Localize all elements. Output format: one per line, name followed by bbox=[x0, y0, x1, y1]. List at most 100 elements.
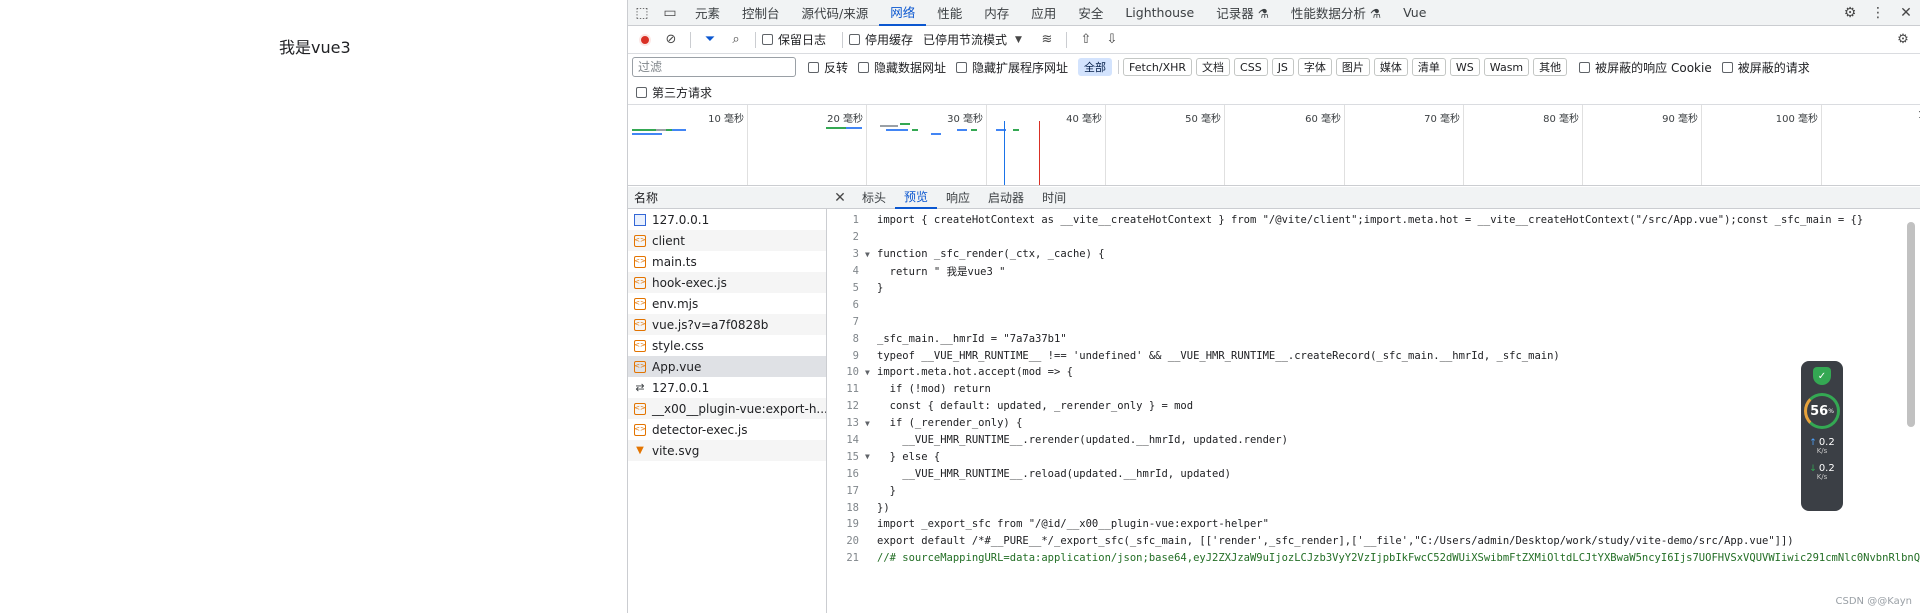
line-number: 19 bbox=[846, 518, 859, 531]
checkbox-box[interactable] bbox=[1721, 61, 1733, 73]
request-row[interactable]: <> App.vue bbox=[628, 356, 826, 377]
type-filter-chip[interactable]: 图片 bbox=[1335, 58, 1370, 76]
request-row[interactable]: <> detector-exec.js bbox=[628, 419, 826, 440]
checkbox-box[interactable] bbox=[1579, 61, 1591, 73]
checkbox-box[interactable] bbox=[858, 61, 870, 73]
detail-tab[interactable]: 时间 bbox=[1033, 187, 1075, 209]
request-name: env.mjs bbox=[652, 296, 699, 311]
inspect-element-icon[interactable]: ⬚ bbox=[628, 0, 656, 26]
request-row[interactable]: <> hook-exec.js bbox=[628, 272, 826, 293]
network-conditions-wifi-icon[interactable]: ≋ bbox=[1034, 27, 1060, 53]
request-row[interactable]: <> __x00__plugin-vue:export-h... bbox=[628, 398, 826, 419]
main-tab[interactable]: 控制台 bbox=[731, 0, 791, 26]
checkbox-box[interactable] bbox=[636, 86, 647, 98]
preserve-log-checkbox[interactable]: 保留日志 bbox=[762, 31, 826, 48]
import-har-upload-icon[interactable]: ⇧ bbox=[1073, 27, 1099, 53]
overview-tick-label: 40 毫秒 bbox=[1066, 114, 1102, 125]
code-line: 18}) bbox=[827, 499, 1920, 516]
code-scrollbar-thumb[interactable] bbox=[1907, 222, 1915, 427]
main-tab[interactable]: 应用 bbox=[1020, 0, 1067, 26]
detail-tab[interactable]: 标头 bbox=[853, 187, 895, 209]
code-line: 13 ▼ if (_rerender_only) { bbox=[827, 415, 1920, 432]
export-har-download-icon[interactable]: ⇩ bbox=[1099, 27, 1125, 53]
detail-tab[interactable]: 启动器 bbox=[979, 187, 1033, 209]
code-text: if (_rerender_only) { bbox=[877, 417, 1023, 430]
code-text: return " 我是vue3 " bbox=[877, 265, 1006, 278]
fold-toggle-icon[interactable]: ▼ bbox=[865, 452, 877, 461]
main-tab[interactable]: 源代码/来源 bbox=[791, 0, 880, 26]
settings-gear-icon[interactable]: ⚙ bbox=[1836, 0, 1864, 26]
fold-toggle-icon[interactable]: ▼ bbox=[865, 250, 877, 259]
fold-toggle-icon[interactable]: ▼ bbox=[865, 368, 877, 377]
type-filter-chip[interactable]: Fetch/XHR bbox=[1123, 58, 1193, 76]
download-unit: K/s bbox=[1816, 473, 1828, 481]
main-tab[interactable]: 性能 bbox=[926, 0, 973, 26]
hide-extension-urls-checkbox[interactable]: 隐藏扩展程序网址 bbox=[956, 59, 1068, 76]
filter-funnel-icon[interactable]: ⏷ bbox=[697, 27, 723, 53]
type-filter-chip[interactable]: Wasm bbox=[1483, 58, 1530, 76]
detail-tab[interactable]: 响应 bbox=[937, 187, 979, 209]
line-number: 7 bbox=[852, 315, 859, 328]
main-tab[interactable]: Vue bbox=[1392, 0, 1437, 26]
close-devtools-icon[interactable]: ✕ bbox=[1892, 0, 1920, 26]
checkbox-box[interactable] bbox=[808, 61, 819, 73]
blocked-cookies-checkbox[interactable]: 被屏蔽的响应 Cookie bbox=[1579, 59, 1712, 76]
clear-icon[interactable]: ⊘ bbox=[658, 27, 684, 53]
code-text: __VUE_HMR_RUNTIME__.rerender(updated.__h… bbox=[877, 434, 1288, 447]
fold-toggle-icon[interactable]: ▼ bbox=[865, 419, 877, 428]
request-row[interactable]: <> main.ts bbox=[628, 251, 826, 272]
type-filter-chip[interactable]: JS bbox=[1271, 58, 1294, 76]
filter-input[interactable] bbox=[632, 57, 796, 77]
type-filter-chip[interactable]: 字体 bbox=[1297, 58, 1332, 76]
requests-name-column-header[interactable]: 名称 bbox=[628, 187, 827, 209]
close-detail-icon[interactable]: ✕ bbox=[827, 190, 853, 206]
main-tab[interactable]: 内存 bbox=[973, 0, 1020, 26]
search-icon[interactable]: ⌕ bbox=[723, 27, 749, 53]
network-overview-timeline[interactable]: 10 毫秒 20 毫秒 30 毫秒 40 毫秒 50 毫秒 60 毫秒 70 毫秒 80 毫秒… bbox=[628, 104, 1920, 186]
detail-tab[interactable]: 预览 bbox=[895, 187, 938, 209]
request-row[interactable]: <> env.mjs bbox=[628, 293, 826, 314]
request-row[interactable]: <> style.css bbox=[628, 335, 826, 356]
document-icon bbox=[634, 213, 646, 226]
main-tab[interactable]: Lighthouse bbox=[1114, 0, 1205, 26]
hide-data-urls-checkbox[interactable]: 隐藏数据网址 bbox=[858, 59, 946, 76]
request-row[interactable]: <> vue.js?v=a7f0828b bbox=[628, 314, 826, 335]
type-filter-chip[interactable]: CSS bbox=[1234, 58, 1268, 76]
network-settings-gear-icon[interactable]: ⚙ bbox=[1890, 27, 1916, 53]
main-tab[interactable]: 记录器 ⚗ bbox=[1205, 0, 1280, 26]
overview-request-bar bbox=[912, 129, 918, 131]
main-tab[interactable]: 性能数据分析 ⚗ bbox=[1280, 0, 1392, 26]
type-filter-chip[interactable]: 媒体 bbox=[1373, 58, 1408, 76]
main-tab[interactable]: 元素 bbox=[684, 0, 731, 26]
network-speed-widget[interactable]: ✓ 56% ↑ 0.2 K/s ↓ 0.2 K/s bbox=[1801, 361, 1843, 511]
request-row[interactable]: 127.0.0.1 bbox=[628, 209, 826, 230]
main-tab[interactable]: 安全 bbox=[1067, 0, 1114, 26]
request-name: 127.0.0.1 bbox=[652, 380, 710, 395]
third-party-checkbox[interactable]: 第三方请求 bbox=[636, 84, 712, 101]
disable-cache-checkbox[interactable]: 停用缓存 bbox=[849, 31, 913, 48]
type-filter-chip[interactable]: WS bbox=[1449, 58, 1480, 76]
request-row[interactable]: ⇄ 127.0.0.1 bbox=[628, 377, 826, 398]
type-filter-chip[interactable]: 其他 bbox=[1533, 58, 1568, 76]
overview-gridline bbox=[1344, 105, 1345, 185]
type-filter-chip[interactable]: 清单 bbox=[1411, 58, 1446, 76]
code-line: 12 const { default: updated, _rerender_o… bbox=[827, 398, 1920, 415]
more-options-icon[interactable]: ⋮ bbox=[1864, 0, 1892, 26]
record-stop-icon[interactable] bbox=[632, 27, 658, 53]
type-filter-chip[interactable]: 全部 bbox=[1078, 58, 1113, 76]
blocked-requests-checkbox[interactable]: 被屏蔽的请求 bbox=[1721, 59, 1810, 76]
checkbox-box[interactable] bbox=[762, 34, 773, 45]
main-tab[interactable]: 网络 bbox=[879, 0, 927, 26]
code-line: 6 bbox=[827, 296, 1920, 313]
invert-checkbox[interactable]: 反转 bbox=[808, 59, 848, 76]
type-filter-chip[interactable]: 文档 bbox=[1196, 58, 1231, 76]
toolbar-divider bbox=[842, 31, 844, 48]
request-row[interactable]: ▼ vite.svg bbox=[628, 440, 826, 461]
request-row[interactable]: <> client bbox=[628, 230, 826, 251]
checkbox-box[interactable] bbox=[956, 61, 968, 73]
throttling-select[interactable]: 已停用节流模式 ▼ bbox=[923, 31, 1022, 48]
code-text: __VUE_HMR_RUNTIME__.reload(updated.__hmr… bbox=[877, 467, 1232, 480]
checkbox-box[interactable] bbox=[849, 34, 861, 45]
code-text: } else { bbox=[877, 450, 941, 463]
device-toolbar-icon[interactable]: ▭ bbox=[656, 0, 684, 26]
